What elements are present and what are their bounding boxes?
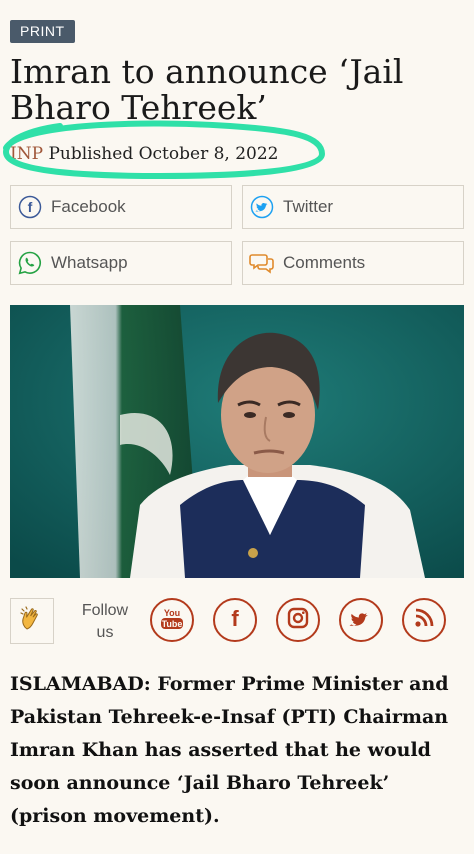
twitter-share-button[interactable]: Twitter [242,185,464,229]
facebook-share-button[interactable]: f Facebook [10,185,232,229]
byline-source[interactable]: INP [10,144,43,164]
svg-text:f: f [28,199,33,215]
rss-follow-button[interactable] [402,598,446,642]
twitter-icon [249,194,275,220]
whatsapp-icon [17,250,43,276]
follow-us-bar: Follow us You Tube f [0,596,474,652]
instagram-follow-button[interactable] [276,598,320,642]
svg-text:You: You [164,608,180,618]
instagram-icon [286,606,310,635]
whatsapp-share-button[interactable]: Whatsapp [10,241,232,285]
svg-text:f: f [231,606,239,630]
comments-label: Comments [283,253,366,272]
follow-us-label: Follow us [78,600,132,644]
clap-button[interactable] [10,598,54,644]
facebook-share-label: Facebook [51,197,126,216]
byline-published: Published October 8, 2022 [48,144,279,164]
byline: INP Published October 8, 2022 [10,144,279,164]
youtube-icon: You Tube [157,603,187,638]
clap-icon [18,605,46,638]
twitter-share-label: Twitter [283,197,334,216]
article-lead-paragraph: ISLAMABAD: Former Prime Minister and Pak… [10,673,449,827]
article-headline: Imran to announce ‘Jail Bharo Tehreek’ [10,52,404,127]
twitter-follow-button[interactable] [339,598,383,642]
facebook-follow-button[interactable]: f [213,598,257,642]
comments-icon [249,250,275,276]
svg-text:Tube: Tube [162,619,183,629]
whatsapp-share-label: Whatsapp [51,253,128,272]
follow-line2: us [96,624,114,641]
youtube-follow-button[interactable]: You Tube [150,598,194,642]
facebook-icon: f [223,606,247,635]
section-badge[interactable]: PRINT [10,20,75,43]
article-photo [10,305,464,578]
follow-line1: Follow [81,602,129,619]
facebook-icon: f [17,194,43,220]
twitter-icon [349,606,373,635]
comments-button[interactable]: Comments [242,241,464,285]
rss-icon [413,607,435,634]
